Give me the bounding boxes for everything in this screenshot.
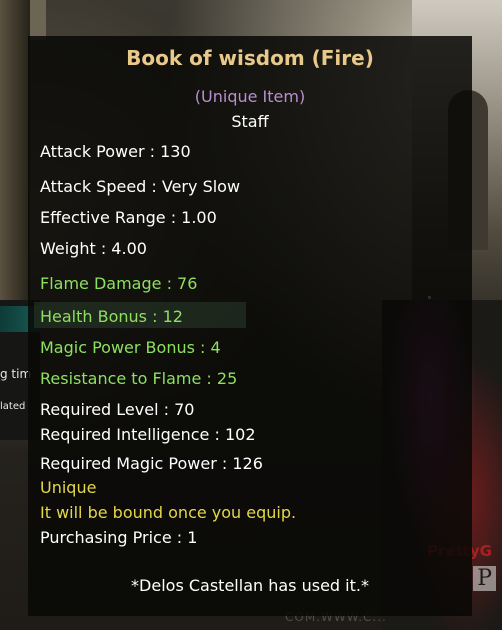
stat-attack-speed: Attack Speed : Very Slow [40,177,241,196]
item-rarity: (Unique Item) [194,87,306,106]
item-type: Staff [231,112,269,131]
background-ui-text: g tim [0,367,32,381]
requirement-intelligence: Required Intelligence : 102 [40,425,256,444]
stat-effective-range: Effective Range : 1.00 [40,208,217,227]
unique-label: Unique [40,478,97,497]
stat-attack-power: Attack Power : 130 [40,142,191,161]
purchasing-price: Purchasing Price : 1 [40,528,198,547]
stone-pillar-left [0,0,30,300]
item-history-note: *Delos Castellan has used it.* [131,576,369,595]
stone-ledge-left [30,0,46,40]
stat-weight: Weight : 4.00 [40,239,147,258]
background-ui-text: lated [0,401,26,412]
requirement-level: Required Level : 70 [40,400,195,419]
item-tooltip: Book of wisdom (Fire) (Unique Item) Staf… [28,36,472,616]
bonus-health: Health Bonus : 12 [40,307,183,326]
bonus-flame-damage: Flame Damage : 76 [40,274,198,293]
bound-notice: It will be bound once you equip. [40,503,297,522]
bonus-magic-power: Magic Power Bonus : 4 [40,338,221,357]
item-name: Book of wisdom (Fire) [126,46,374,70]
bonus-resistance-flame: Resistance to Flame : 25 [40,369,238,388]
requirement-magic-power: Required Magic Power : 126 [40,454,263,473]
watermark-logo: P [473,566,496,591]
